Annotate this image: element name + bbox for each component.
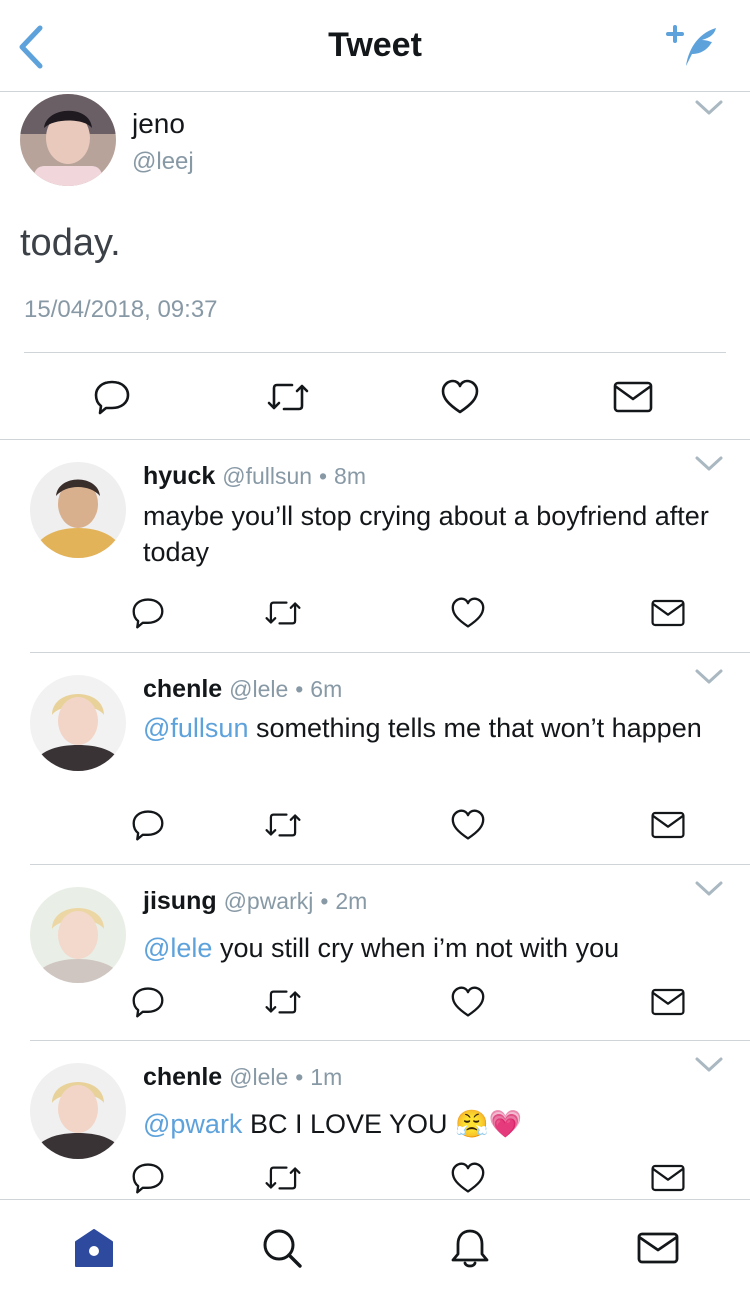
reply-icon[interactable]: [92, 378, 132, 416]
page-title: Tweet: [328, 26, 422, 64]
author-handle[interactable]: @fullsun: [222, 463, 312, 489]
reply-icon[interactable]: [130, 596, 166, 630]
chevron-down-icon[interactable]: [694, 454, 724, 474]
tweet-text: today.: [20, 222, 121, 264]
like-icon[interactable]: [450, 1161, 486, 1195]
reply-header: chenle @lele • 6m: [143, 675, 342, 704]
reply-icon[interactable]: [130, 1161, 166, 1195]
like-icon[interactable]: [450, 985, 486, 1019]
reply-text-body: BC I LOVE YOU: [242, 1109, 456, 1139]
chevron-down-icon[interactable]: [694, 879, 724, 899]
separator-dot: •: [320, 888, 329, 914]
retweet-icon[interactable]: [264, 808, 301, 842]
reply-text-body: something tells me that won’t happen: [248, 713, 702, 743]
reply-emoji: 😤💗: [455, 1109, 523, 1139]
author-name[interactable]: jisung: [143, 887, 217, 915]
reply-icon[interactable]: [130, 808, 166, 842]
mention-link[interactable]: @pwark: [143, 1109, 242, 1139]
avatar[interactable]: [30, 462, 126, 558]
reply-time: 2m: [335, 888, 368, 914]
reply-header: hyuck @fullsun • 8m: [143, 462, 366, 491]
reply-tweet[interactable]: jisung @pwarkj • 2m @lele you still cry …: [30, 865, 750, 1041]
separator-dot: •: [295, 676, 304, 702]
mention-link[interactable]: @fullsun: [143, 713, 248, 743]
reply-text: @pwark BC I LOVE YOU 😤💗: [143, 1106, 733, 1142]
like-icon[interactable]: [440, 378, 480, 416]
author-name[interactable]: hyuck: [143, 462, 215, 490]
reply-text: @fullsun something tells me that won’t h…: [143, 710, 733, 746]
reply-tweet[interactable]: hyuck @fullsun • 8m maybe you’ll stop cr…: [30, 440, 750, 653]
author-name[interactable]: chenle: [143, 675, 222, 703]
reply-tweet[interactable]: chenle @lele • 1m @pwark BC I LOVE YOU 😤…: [30, 1041, 750, 1199]
avatar[interactable]: [20, 94, 116, 186]
reply-text: maybe you’ll stop crying about a boyfrie…: [143, 498, 733, 570]
like-icon[interactable]: [450, 596, 486, 630]
like-icon[interactable]: [450, 808, 486, 842]
dm-icon[interactable]: [650, 808, 686, 842]
separator-dot: •: [319, 463, 328, 489]
dm-icon[interactable]: [650, 1161, 686, 1195]
avatar[interactable]: [30, 675, 126, 771]
mention-link[interactable]: @lele: [143, 933, 212, 963]
home-icon[interactable]: [72, 1226, 116, 1270]
reply-time: 1m: [310, 1064, 343, 1090]
author-name[interactable]: jeno: [132, 108, 185, 140]
main-tweet: jeno @leej today. 15/04/2018, 09:37: [0, 92, 750, 440]
author-name[interactable]: chenle: [143, 1063, 222, 1091]
retweet-icon[interactable]: [266, 378, 309, 416]
avatar[interactable]: [30, 1063, 126, 1159]
reply-text: @lele you still cry when i’m not with yo…: [143, 930, 733, 966]
search-icon[interactable]: [260, 1226, 304, 1270]
dm-icon[interactable]: [650, 596, 686, 630]
reply-time: 6m: [310, 676, 343, 702]
tweet-timestamp: 15/04/2018, 09:37: [24, 296, 218, 323]
notifications-icon[interactable]: [448, 1226, 492, 1270]
dm-icon[interactable]: [612, 378, 653, 416]
reply-header: chenle @lele • 1m: [143, 1063, 342, 1092]
reply-tweet[interactable]: chenle @lele • 6m @fullsun something tel…: [30, 653, 750, 865]
reply-text-body: you still cry when i’m not with you: [212, 933, 620, 963]
chevron-down-icon[interactable]: [694, 1055, 724, 1075]
reply-time: 8m: [334, 463, 366, 489]
author-handle[interactable]: @lele: [229, 676, 288, 702]
bottom-tab-bar: [0, 1199, 750, 1297]
reply-header: jisung @pwarkj • 2m: [143, 887, 367, 916]
compose-feather-icon[interactable]: [662, 22, 720, 70]
chevron-down-icon[interactable]: [694, 98, 724, 118]
author-handle[interactable]: @lele: [229, 1064, 288, 1090]
retweet-icon[interactable]: [264, 985, 301, 1019]
avatar[interactable]: [30, 887, 126, 983]
author-handle[interactable]: @pwarkj: [224, 888, 314, 914]
reply-text-body: maybe you’ll stop crying about a boyfrie…: [143, 501, 709, 567]
dm-icon[interactable]: [650, 985, 686, 1019]
retweet-icon[interactable]: [264, 596, 301, 630]
divider: [24, 352, 726, 353]
separator-dot: •: [295, 1064, 304, 1090]
messages-icon[interactable]: [636, 1226, 680, 1270]
reply-icon[interactable]: [130, 985, 166, 1019]
author-handle[interactable]: @leej: [132, 148, 194, 176]
top-bar: Tweet: [0, 0, 750, 92]
chevron-down-icon[interactable]: [694, 667, 724, 687]
retweet-icon[interactable]: [264, 1161, 301, 1195]
